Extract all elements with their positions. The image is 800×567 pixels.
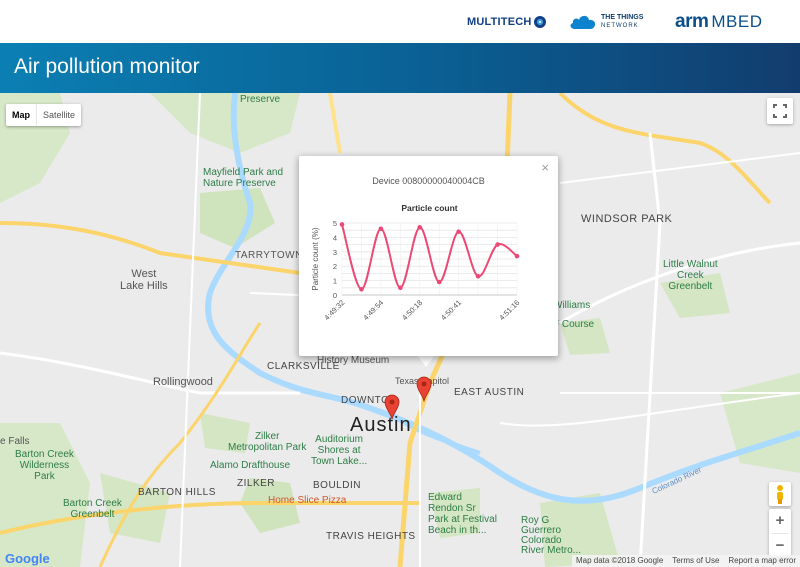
chart-data-point	[514, 253, 520, 259]
map-attribution: Map data ©2018 Google Terms of Use Repor…	[571, 555, 800, 567]
map-label-bouldin: BOULDIN	[313, 480, 361, 491]
chart-y-tick-label: 3	[333, 248, 337, 257]
map-label-zilker: ZILKER	[237, 478, 276, 489]
map-marker-2[interactable]	[416, 376, 432, 402]
chart-y-tick-label: 0	[333, 291, 337, 300]
ttn-logo-line1: THE THINGS	[601, 13, 644, 21]
multitech-logo-text: MULTITECH	[467, 15, 532, 28]
map-label-downtown: DOWNTO	[341, 395, 390, 406]
multitech-logo: MULTITECH	[467, 0, 546, 43]
chart-series-line	[341, 224, 518, 291]
fullscreen-icon	[773, 104, 787, 118]
chart-data-point	[378, 226, 384, 232]
chart-data-point	[456, 229, 461, 234]
chart-y-tick-label: 2	[333, 262, 337, 271]
multitech-ring-icon	[533, 15, 546, 28]
map-label-clarksville: CLARKSVILLE	[267, 361, 340, 372]
map-type-map-button[interactable]: Map	[6, 104, 36, 126]
map-label-mayfield-park: Mayfield Park and Nature Preserve	[203, 167, 284, 189]
zoom-control: + −	[769, 509, 791, 557]
fullscreen-button[interactable]	[767, 98, 793, 124]
title-bar: Air pollution monitor	[0, 43, 800, 93]
chart-y-axis-label: Particle count (%)	[311, 227, 320, 290]
chart-data-point	[339, 222, 345, 227]
map-label-rollingwood: Rollingwood	[153, 376, 213, 388]
pegman-icon	[777, 485, 783, 504]
device-info-window: × Device 00800000040004CB Particle count…	[299, 156, 558, 356]
map-marker-1[interactable]	[384, 394, 400, 420]
map-label-golf: F Course	[553, 319, 595, 330]
map-label-auditorium-shores: Auditorium Shores at Town Lake...	[311, 434, 368, 467]
map-label-windsor-park: WINDSOR PARK	[581, 213, 673, 225]
street-view-pegman-button[interactable]	[769, 482, 791, 506]
map-label-barton-hills: BARTON HILLS	[138, 487, 216, 498]
report-map-error-link[interactable]: Report a map error	[728, 556, 796, 567]
map-label-barton-creek-wilderness: Barton Creek Wilderness Park	[15, 449, 74, 482]
google-logo: Google	[5, 551, 50, 566]
chart-data-point	[359, 286, 364, 292]
map-type-satellite-button[interactable]: Satellite	[36, 104, 81, 126]
popup-tail	[417, 355, 435, 367]
map-label-barton-creek-greenbelt: Barton Creek Greenbelt	[63, 498, 122, 520]
map-data-text: Map data ©2018 Google	[575, 556, 664, 565]
map-label-williams: Williams	[553, 300, 591, 311]
map-label-alamo-drafthouse: Alamo Drafthouse	[210, 460, 291, 471]
map-label-east-austin: EAST AUSTIN	[454, 387, 525, 398]
map-label-tarrytown: TARRYTOWN	[235, 250, 303, 261]
chart-y-tick-label: 4	[333, 233, 337, 242]
chart-data-point	[398, 285, 403, 291]
chart-data-point	[475, 273, 481, 279]
map-label-preserve: Preserve	[240, 94, 281, 105]
chart-y-tick-label: 5	[333, 219, 337, 228]
map-label-home-slice: Home Slice Pizza	[268, 495, 347, 506]
chart-data-point	[495, 242, 500, 247]
top-logo-bar: MULTITECH THE THINGS NETWORK arm MBED	[0, 0, 800, 43]
arm-logo-text: arm	[675, 10, 709, 32]
zoom-in-button[interactable]: +	[769, 509, 791, 533]
mbed-logo-text: MBED	[711, 11, 763, 31]
terms-of-use-link[interactable]: Terms of Use	[672, 556, 719, 567]
chart-data-point	[417, 225, 423, 230]
chart-title: Particle count	[401, 203, 457, 213]
the-things-network-logo: THE THINGS NETWORK	[569, 0, 643, 43]
map-label-west-lake-hills: West Lake Hills	[120, 268, 168, 292]
chart-x-tick-label: 4:51:16	[497, 298, 521, 322]
chart-x-tick-label: 4:50:18	[400, 298, 424, 322]
map-label-falls: e Falls	[0, 436, 30, 447]
map-label-roy-g: Roy G Guerrero Colorado River Metro...	[521, 515, 582, 556]
map-label-little-walnut: Little Walnut Creek Greenbelt	[663, 259, 718, 292]
ttn-logo-line2: NETWORK	[601, 22, 639, 29]
map-label-zilker-park: Zilker Metropolitan Park	[228, 431, 307, 453]
cloud-icon	[570, 15, 596, 29]
chart-data-point	[436, 279, 442, 285]
chart-x-tick-label: 4:49:54	[361, 298, 385, 322]
chart-y-tick-label: 1	[333, 277, 337, 286]
chart-x-tick-label: 4:49:32	[322, 298, 346, 322]
arm-mbed-logo: arm MBED	[675, 0, 762, 43]
page-title: Air pollution monitor	[14, 55, 200, 78]
map-type-control: Map Satellite	[6, 104, 82, 126]
map-label-travis-heights: TRAVIS HEIGHTS	[326, 531, 416, 542]
chart-x-tick-label: 4:50:41	[439, 298, 463, 322]
particle-count-chart: Particle count Particle count (%) 0 1 2 3 4 5 4:…	[311, 203, 521, 322]
map-label-edward-rendon: Edward Rendon Sr Park at Festival Beach …	[428, 492, 497, 536]
